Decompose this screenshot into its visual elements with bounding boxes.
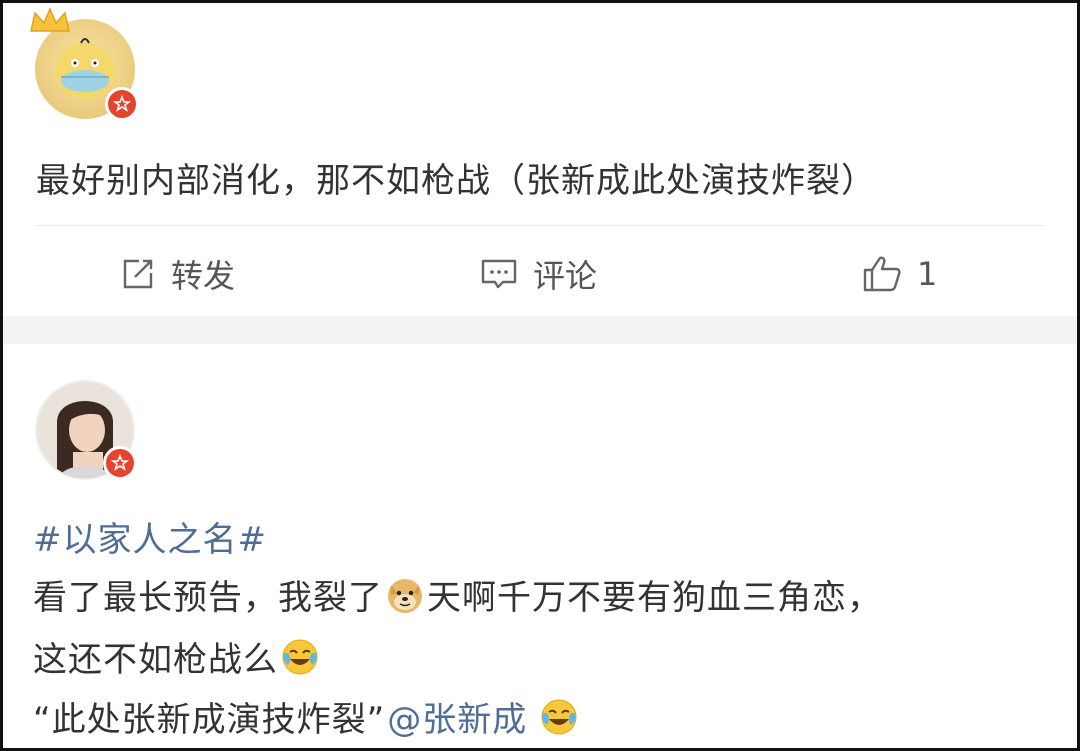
like-icon: [863, 256, 901, 292]
comment-icon: [481, 259, 517, 289]
post-2-line-2-text: 这还不如枪战么: [33, 640, 278, 680]
mention-link[interactable]: @张新成: [387, 692, 527, 741]
doge-emoji: [388, 578, 422, 613]
laugh-cry-emoji: [282, 639, 318, 674]
card-separator: [0, 316, 1080, 344]
user-avatar-girl[interactable]: [35, 380, 137, 480]
verified-badge-icon: [105, 87, 139, 121]
post-2-line-1-part-a: 看了最长预告，我裂了: [33, 578, 383, 618]
verified-badge-icon: [103, 446, 137, 480]
like-count: 1: [917, 255, 938, 293]
post-2-line-3: “此处张新成演技炸裂” @张新成: [33, 692, 581, 741]
repost-button[interactable]: 转发: [119, 249, 235, 299]
comment-button[interactable]: 评论: [479, 249, 597, 299]
comment-label: 评论: [533, 257, 598, 295]
crown-icon: [30, 7, 70, 32]
post-2-quote: “此处张新成演技炸裂”: [33, 700, 386, 740]
action-divider: [36, 225, 1044, 226]
post-2-line-2: 这还不如枪战么: [33, 632, 322, 681]
hashtag-link[interactable]: #以家人之名#: [33, 512, 267, 561]
post-2-line-1: 看了最长预告，我裂了 天啊千万不要有狗血三角恋，: [33, 570, 882, 619]
post-card-1: 最好别内部消化，那不如枪战（张新成此处演技炸裂） 转发 评论 1: [0, 0, 1080, 316]
repost-icon: [123, 259, 153, 289]
repost-label: 转发: [171, 257, 236, 295]
post-2-line-1-part-b: 天啊千万不要有狗血三角恋，: [427, 578, 882, 618]
like-button[interactable]: 1: [861, 249, 937, 299]
laugh-cry-emoji: [541, 699, 577, 734]
post-1-text: 最好别内部消化，那不如枪战（张新成此处演技炸裂）: [36, 161, 876, 201]
